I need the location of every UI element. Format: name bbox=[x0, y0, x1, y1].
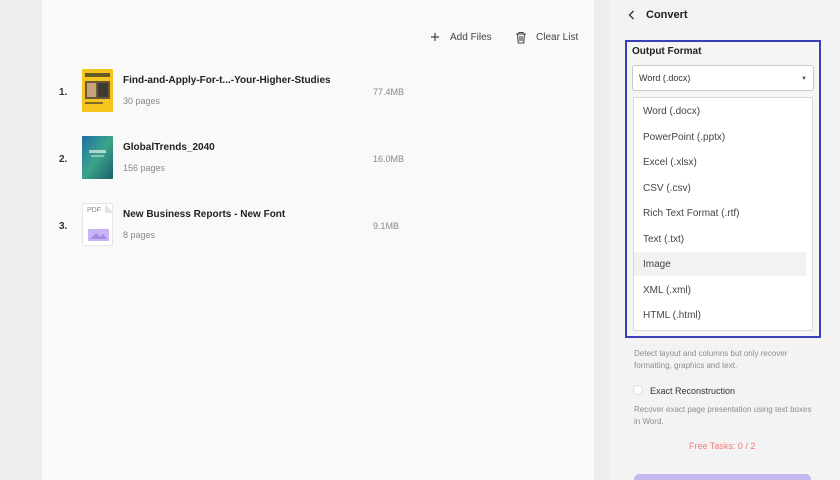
free-tasks-counter: Free Tasks: 0 / 2 bbox=[689, 441, 756, 451]
format-option-rtf[interactable]: Rich Text Format (.rtf) bbox=[634, 201, 806, 225]
format-option-image[interactable]: Image bbox=[634, 252, 806, 276]
caret-down-icon: ▼ bbox=[801, 76, 807, 82]
exact-desc-line: in Word. bbox=[634, 417, 664, 426]
output-format-label: Output Format bbox=[632, 46, 702, 57]
exact-reconstruction-radio[interactable] bbox=[633, 385, 643, 395]
clear-list-button[interactable]: Clear List bbox=[514, 29, 578, 45]
file-thumbnail bbox=[82, 69, 113, 112]
option-label: Image bbox=[643, 258, 671, 270]
option-label: Rich Text Format (.rtf) bbox=[643, 207, 740, 219]
option-label: XML (.xml) bbox=[643, 284, 691, 296]
format-option-powerpoint[interactable]: PowerPoint (.pptx) bbox=[634, 125, 806, 149]
file-pages: 8 pages bbox=[123, 230, 156, 240]
exact-desc-line: Recover exact page presentation using te… bbox=[634, 405, 812, 414]
file-row[interactable]: 3. PDF New Business Reports - New Font 8… bbox=[42, 203, 594, 253]
trash-icon bbox=[514, 30, 528, 44]
format-dropdown-list: Word (.docx) PowerPoint (.pptx) Excel (.… bbox=[633, 97, 813, 331]
format-option-html[interactable]: HTML (.html) bbox=[634, 303, 806, 327]
file-pages: 156 pages bbox=[123, 163, 166, 173]
retain-desc-line: formatting, graphics and text. bbox=[634, 361, 738, 370]
file-index: 3. bbox=[59, 221, 68, 232]
file-name: New Business Reports - New Font bbox=[123, 209, 286, 220]
file-size: 9.1MB bbox=[373, 221, 400, 231]
option-label: CSV (.csv) bbox=[643, 182, 691, 194]
file-index: 1. bbox=[59, 87, 68, 98]
selected-format: Word (.docx) bbox=[639, 73, 691, 83]
add-files-button[interactable]: Add Files bbox=[428, 29, 492, 45]
add-files-label: Add Files bbox=[450, 31, 492, 43]
clear-list-label: Clear List bbox=[536, 31, 579, 43]
retain-layout-description: Detect layout and columns but only recov… bbox=[634, 348, 814, 372]
file-size: 16.0MB bbox=[373, 154, 405, 164]
option-label: HTML (.html) bbox=[643, 309, 701, 321]
retain-desc-line: Detect layout and columns but only recov… bbox=[634, 349, 788, 358]
option-label: Excel (.xlsx) bbox=[643, 156, 697, 168]
file-index: 2. bbox=[59, 154, 68, 165]
file-list-panel: Add Files Clear List 1. Find-and-Apply-F… bbox=[42, 0, 594, 480]
format-option-text[interactable]: Text (.txt) bbox=[634, 227, 806, 251]
output-format-select[interactable]: Word (.docx) ▼ bbox=[632, 65, 814, 91]
panel-title: Convert bbox=[646, 9, 688, 21]
format-option-excel[interactable]: Excel (.xlsx) bbox=[634, 150, 806, 174]
chevron-left-icon bbox=[628, 9, 638, 21]
option-label: PowerPoint (.pptx) bbox=[643, 131, 726, 143]
pdf-file-icon: PDF bbox=[82, 203, 113, 246]
exact-reconstruction-description: Recover exact page presentation using te… bbox=[634, 404, 814, 428]
file-size: 77.4MB bbox=[373, 87, 405, 97]
convert-button[interactable] bbox=[634, 474, 811, 480]
format-option-csv[interactable]: CSV (.csv) bbox=[634, 176, 806, 200]
file-row[interactable]: 1. Find-and-Apply-For-t...-Your-Higher-S… bbox=[42, 69, 594, 119]
file-pages: 30 pages bbox=[123, 96, 161, 106]
format-option-xml[interactable]: XML (.xml) bbox=[634, 278, 806, 302]
exact-reconstruction-label: Exact Reconstruction bbox=[650, 386, 736, 396]
file-thumbnail bbox=[82, 136, 113, 179]
option-label: Word (.docx) bbox=[643, 105, 701, 117]
file-row[interactable]: 2. GlobalTrends_2040 156 pages 16.0MB bbox=[42, 136, 594, 186]
file-name: GlobalTrends_2040 bbox=[123, 142, 215, 153]
format-option-word[interactable]: Word (.docx) bbox=[634, 99, 806, 123]
back-button[interactable]: Convert bbox=[628, 9, 688, 21]
file-name: Find-and-Apply-For-t...-Your-Higher-Stud… bbox=[123, 75, 331, 86]
option-label: Text (.txt) bbox=[643, 233, 685, 245]
plus-icon bbox=[428, 30, 442, 44]
